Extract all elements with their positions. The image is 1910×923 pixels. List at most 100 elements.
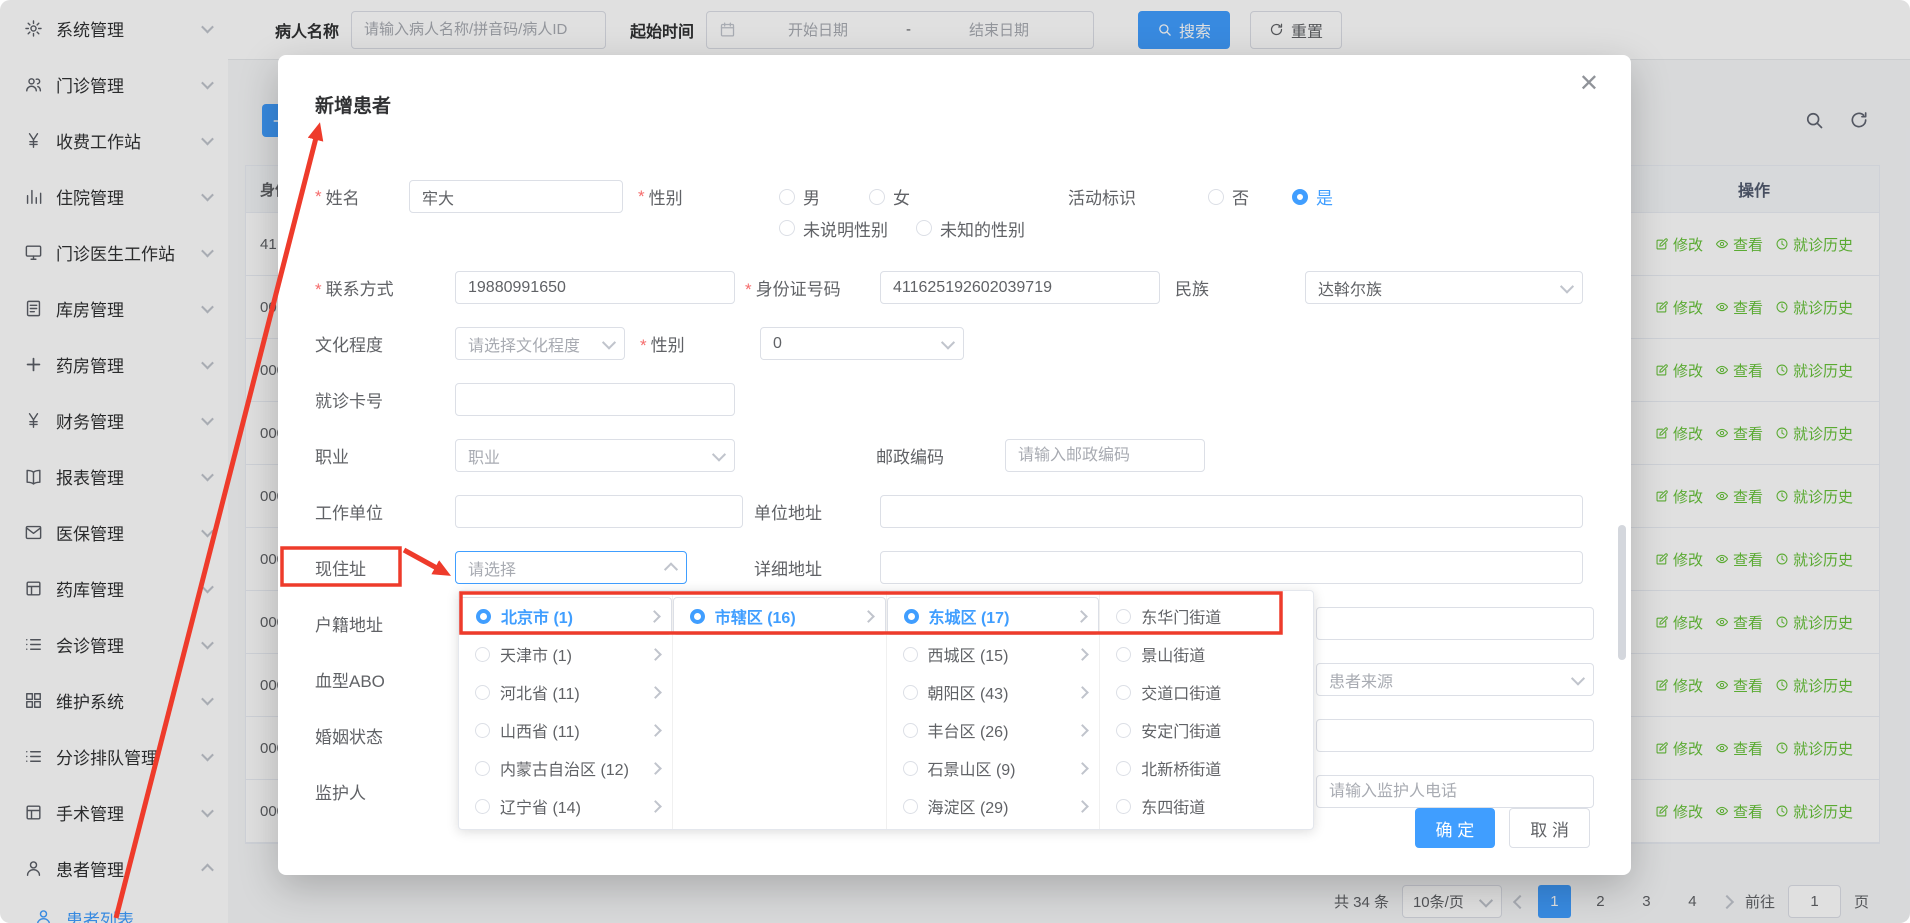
cascader-option[interactable]: 山西省 (11) xyxy=(459,711,672,749)
cascader-option[interactable]: 北新桥街道 xyxy=(1100,749,1313,787)
marital-status-input[interactable] xyxy=(1316,719,1594,752)
gender-select[interactable]: 0 xyxy=(760,327,964,360)
cascader-option[interactable]: 西城区 (15) xyxy=(887,635,1100,673)
chevron-right-icon xyxy=(1076,800,1089,813)
contact-input[interactable] xyxy=(455,271,735,304)
radio-icon xyxy=(903,799,918,814)
radio-gender-unknown[interactable]: 未知的性别 xyxy=(916,216,1025,240)
id-number-label: 身份证号码 xyxy=(745,275,880,300)
cascader-option[interactable]: 天津市 (1) xyxy=(459,635,672,673)
cascader-column-city: 市辖区 (16) xyxy=(673,591,887,829)
household-address-label: 户籍地址 xyxy=(315,611,455,636)
radio-icon xyxy=(903,685,918,700)
cascader-option[interactable]: 北京市 (1) xyxy=(459,597,672,635)
chevron-down-icon xyxy=(1571,671,1585,685)
postal-code-label: 邮政编码 xyxy=(876,443,1005,468)
cascader-option[interactable]: 东城区 (17) xyxy=(887,597,1100,635)
education-select[interactable]: 请选择文化程度 xyxy=(455,327,625,360)
patient-source-select[interactable]: 患者来源 xyxy=(1316,663,1594,696)
modal-title: 新增患者 xyxy=(315,91,391,118)
chevron-right-icon xyxy=(1076,762,1089,775)
chevron-right-icon xyxy=(649,800,662,813)
radio-icon xyxy=(475,799,490,814)
radio-icon xyxy=(475,685,490,700)
cascader-column-district: 东城区 (17) 西城区 (15) 朝阳区 (43) 丰台区 (26) xyxy=(887,591,1101,829)
cascader-option[interactable]: 交道口街道 xyxy=(1100,673,1313,711)
radio-icon xyxy=(475,761,490,776)
blood-type-label: 血型ABO xyxy=(315,667,455,692)
confirm-button[interactable]: 确 定 xyxy=(1415,808,1496,848)
radio-icon xyxy=(1116,799,1131,814)
modal-scrollbar[interactable] xyxy=(1618,525,1626,660)
cascader-option[interactable]: 东四街道 xyxy=(1100,787,1313,825)
chevron-right-icon xyxy=(862,610,875,623)
radio-icon xyxy=(1116,723,1131,738)
radio-icon xyxy=(1116,761,1131,776)
detail-address-label: 详细地址 xyxy=(754,555,880,580)
household-address-input[interactable] xyxy=(1316,607,1594,640)
cascader-option[interactable]: 景山街道 xyxy=(1100,635,1313,673)
app: 系统管理 门诊管理 收费工作站 住院管理 xyxy=(0,0,1910,923)
chevron-right-icon xyxy=(1076,724,1089,737)
radio-icon xyxy=(475,723,490,738)
education-label: 文化程度 xyxy=(315,331,455,356)
cascader-option[interactable]: 市辖区 (16) xyxy=(673,597,886,635)
chevron-right-icon xyxy=(649,686,662,699)
cascader-column-street: 东华门街道 景山街道 交道口街道 安定门街道 xyxy=(1100,591,1313,829)
guardian-phone-input[interactable] xyxy=(1316,775,1594,808)
chevron-up-icon xyxy=(664,562,678,576)
radio-icon xyxy=(903,647,918,662)
ethnicity-select[interactable]: 达斡尔族 xyxy=(1305,271,1583,304)
visit-card-input[interactable] xyxy=(455,383,735,416)
chevron-down-icon xyxy=(602,335,616,349)
work-unit-label: 工作单位 xyxy=(315,499,455,524)
radio-icon xyxy=(690,609,705,624)
marital-status-label: 婚姻状态 xyxy=(315,723,455,748)
work-unit-input[interactable] xyxy=(455,495,743,528)
chevron-down-icon xyxy=(712,447,726,461)
cascader-option[interactable]: 朝阳区 (43) xyxy=(887,673,1100,711)
chevron-down-icon xyxy=(1560,279,1574,293)
radio-icon xyxy=(903,761,918,776)
unit-address-input[interactable] xyxy=(880,495,1583,528)
cascader-option[interactable]: 石景山区 (9) xyxy=(887,749,1100,787)
form-row: 职业 职业 邮政编码 xyxy=(315,439,1594,472)
cascader-option[interactable]: 河北省 (11) xyxy=(459,673,672,711)
radio-icon xyxy=(1116,685,1131,700)
address-cascader-panel: 北京市 (1) 天津市 (1) 河北省 (11) 山西省 (11) xyxy=(458,590,1314,830)
contact-label: 联系方式 xyxy=(315,275,455,300)
postal-code-input[interactable] xyxy=(1005,439,1205,472)
radio-active-yes[interactable]: 是 xyxy=(1292,180,1333,213)
radio-active-no[interactable]: 否 xyxy=(1208,180,1249,213)
chevron-right-icon xyxy=(649,724,662,737)
cascader-option[interactable]: 内蒙古自治区 (12) xyxy=(459,749,672,787)
occupation-label: 职业 xyxy=(315,443,455,468)
current-address-label: 现住址 xyxy=(315,555,455,580)
cascader-option[interactable]: 安定门街道 xyxy=(1100,711,1313,749)
occupation-select[interactable]: 职业 xyxy=(455,439,735,472)
cascader-option[interactable]: 辽宁省 (14) xyxy=(459,787,672,825)
cascader-option[interactable]: 丰台区 (26) xyxy=(887,711,1100,749)
close-icon[interactable]: ✕ xyxy=(1573,71,1605,97)
active-flag-label: 活动标识 xyxy=(1068,180,1136,213)
radio-gender-unspecified[interactable]: 未说明性别 xyxy=(779,216,888,240)
chevron-right-icon xyxy=(1076,686,1089,699)
radio-icon xyxy=(904,609,919,624)
form-row: 姓名 性别 男 女 活动标识 否 是 未说明性别 未知的性别 xyxy=(315,180,1594,249)
radio-female[interactable]: 女 xyxy=(869,180,910,213)
cascader-option[interactable]: 海淀区 (29) xyxy=(887,787,1100,825)
modal-footer: 确 定 取 消 xyxy=(1415,808,1590,848)
visit-card-label: 就诊卡号 xyxy=(315,387,455,412)
gender-select-label: 性别 xyxy=(640,331,760,356)
radio-male[interactable]: 男 xyxy=(779,180,820,213)
name-input[interactable] xyxy=(409,180,623,213)
id-number-input[interactable] xyxy=(880,271,1160,304)
detail-address-input[interactable] xyxy=(880,551,1583,584)
name-label: 姓名 xyxy=(315,180,360,213)
current-address-select[interactable]: 请选择 xyxy=(455,551,687,584)
cascader-column-province: 北京市 (1) 天津市 (1) 河北省 (11) 山西省 (11) xyxy=(459,591,673,829)
form-row: 联系方式 身份证号码 民族 达斡尔族 xyxy=(315,271,1594,304)
cancel-button[interactable]: 取 消 xyxy=(1509,808,1590,848)
chevron-right-icon xyxy=(1075,610,1088,623)
cascader-option[interactable]: 东华门街道 xyxy=(1100,597,1313,635)
